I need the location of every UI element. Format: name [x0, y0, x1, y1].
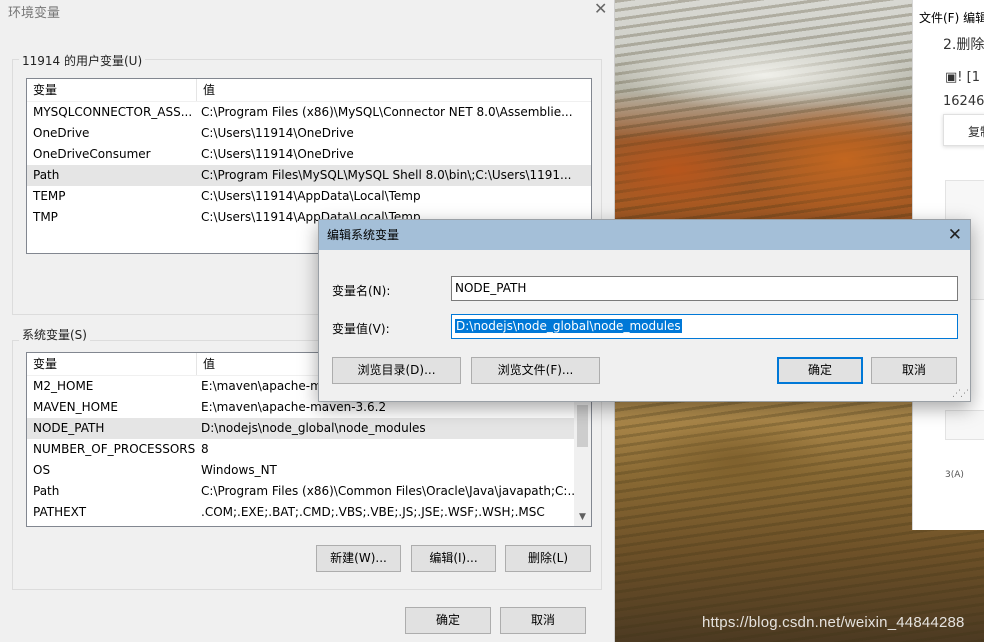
browse-directory-button[interactable]: 浏览目录(D)... — [332, 357, 461, 384]
var-value: C:\Program Files (x86)\MySQL\Connector N… — [201, 105, 573, 119]
system-variables-label: 系统变量(S) — [19, 326, 90, 343]
editor-fragment: 3(A) — [945, 470, 964, 480]
var-name: OS — [33, 463, 51, 477]
copy-button[interactable]: 复制 — [943, 114, 984, 146]
table-row-selected[interactable]: NODE_PATH D:\nodejs\node_global\node_modu… — [27, 418, 574, 439]
var-value: D:\nodejs\node_global\node_modules — [201, 421, 426, 435]
column-header-value[interactable]: 值 — [197, 79, 591, 101]
list-header: 变量 值 — [27, 79, 591, 102]
table-row-selected[interactable]: Path C:\Program Files\MySQL\MySQL Shell 8… — [27, 165, 591, 186]
table-row[interactable]: PATHEXT .COM;.EXE;.BAT;.CMD;.VBS;.VBE;.JS… — [27, 502, 591, 523]
dialog-title: 环境变量 — [8, 6, 61, 21]
table-row[interactable]: MYSQLCONNECTOR_ASS... C:\Program Files (x… — [27, 102, 591, 123]
scroll-down-icon[interactable]: ▼ — [574, 509, 591, 526]
var-value: .COM;.EXE;.BAT;.CMD;.VBS;.VBE;.JS;.JSE;.… — [201, 505, 545, 519]
var-value: C:\Users\11914\OneDrive — [201, 147, 354, 161]
ok-button[interactable]: 确定 — [405, 607, 491, 634]
browse-file-button[interactable]: 浏览文件(F)... — [471, 357, 600, 384]
var-name: TEMP — [33, 189, 66, 203]
edit-dialog-titlebar[interactable]: 编辑系统变量 ✕ — [319, 220, 970, 250]
var-name: NUMBER_OF_PROCESSORS — [33, 442, 196, 456]
editor-image-text: ! [1 — [957, 70, 980, 85]
variable-name-field[interactable]: NODE_PATH — [451, 276, 958, 301]
var-name: MYSQLCONNECTOR_ASS... — [33, 105, 193, 119]
close-icon[interactable]: ✕ — [948, 220, 962, 250]
var-name: OneDriveConsumer — [33, 147, 151, 161]
var-name: MAVEN_HOME — [33, 400, 118, 414]
column-header-name[interactable]: 变量 — [27, 79, 197, 101]
editor-panel — [945, 410, 984, 440]
editor-menu[interactable]: 文件(F) 编辑 — [919, 9, 984, 26]
editor-image-line: ▣! [1 — [945, 70, 980, 85]
wallpaper-fog — [615, 40, 915, 110]
var-value: 8 — [201, 442, 209, 456]
var-name: NODE_PATH — [33, 421, 105, 435]
var-name: Path — [33, 168, 60, 182]
var-value: C:\Users\11914\AppData\Local\Temp — [201, 189, 421, 203]
table-row[interactable]: NUMBER_OF_PROCESSORS 8 — [27, 439, 591, 460]
editor-line: 2.删除 — [943, 37, 984, 53]
var-name: OneDrive — [33, 126, 90, 140]
var-value: C:\Program Files (x86)\Common Files\Orac… — [201, 484, 579, 498]
editor-line: 16246 — [943, 94, 984, 109]
var-name: TMP — [33, 210, 58, 224]
cancel-button[interactable]: 取消 — [871, 357, 957, 384]
var-name: PATHEXT — [33, 505, 87, 519]
ok-button[interactable]: 确定 — [777, 357, 863, 384]
resize-grip-icon[interactable]: ⋰⋰ — [952, 389, 969, 399]
table-row[interactable]: OS Windows_NT — [27, 460, 591, 481]
variable-value-field[interactable]: D:\nodejs\node_global\node_modules — [451, 314, 958, 339]
image-icon: ▣ — [945, 70, 958, 85]
variable-name-label: 变量名(N): — [332, 284, 391, 298]
variable-value-label: 变量值(V): — [332, 322, 390, 336]
watermark: https://blog.csdn.net/weixin_44844288 — [702, 614, 965, 631]
table-row[interactable]: Path C:\Program Files (x86)\Common Files\… — [27, 481, 591, 502]
table-row[interactable]: OneDriveConsumer C:\Users\11914\OneDrive — [27, 144, 591, 165]
selected-text: D:\nodejs\node_global\node_modules — [455, 319, 682, 333]
column-header-name[interactable]: 变量 — [27, 353, 197, 375]
var-value: C:\Users\11914\OneDrive — [201, 126, 354, 140]
table-row[interactable]: TEMP C:\Users\11914\AppData\Local\Temp — [27, 186, 591, 207]
new-button[interactable]: 新建(W)... — [316, 545, 401, 572]
var-value: Windows_NT — [201, 463, 277, 477]
cancel-button[interactable]: 取消 — [500, 607, 586, 634]
user-variables-label: 11914 的用户变量(U) — [19, 52, 146, 69]
var-value: C:\Program Files\MySQL\MySQL Shell 8.0\b… — [201, 168, 572, 182]
var-name: M2_HOME — [33, 379, 94, 393]
edit-dialog-title: 编辑系统变量 — [327, 228, 400, 242]
close-icon[interactable]: ✕ — [594, 0, 607, 18]
edit-system-variable-dialog: 编辑系统变量 ✕ 变量名(N): NODE_PATH 变量值(V): D:\no… — [318, 219, 971, 402]
edit-button[interactable]: 编辑(I)... — [411, 545, 496, 572]
table-row[interactable]: OneDrive C:\Users\11914\OneDrive — [27, 123, 591, 144]
var-name: Path — [33, 484, 60, 498]
scroll-thumb[interactable] — [577, 405, 588, 447]
delete-button[interactable]: 删除(L) — [505, 545, 591, 572]
